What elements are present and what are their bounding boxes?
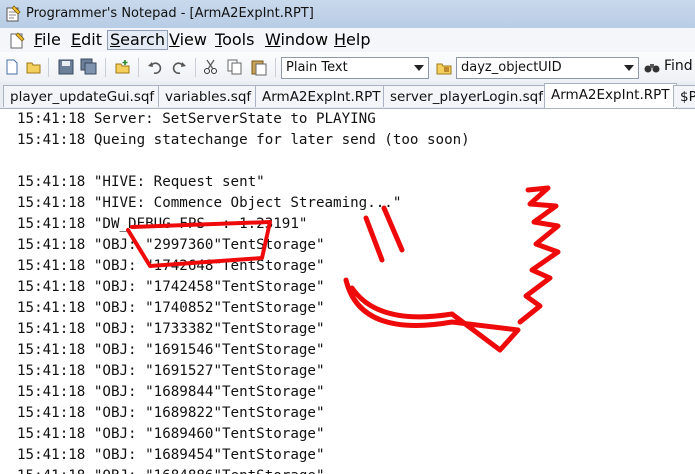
smile-eye-left (363, 215, 385, 263)
zigzag-scribble (517, 185, 561, 325)
smile-eye-right (381, 205, 405, 253)
smile-mouth (343, 277, 521, 353)
circle-scribble (126, 220, 272, 268)
red-annotation-overlay (126, 185, 561, 353)
